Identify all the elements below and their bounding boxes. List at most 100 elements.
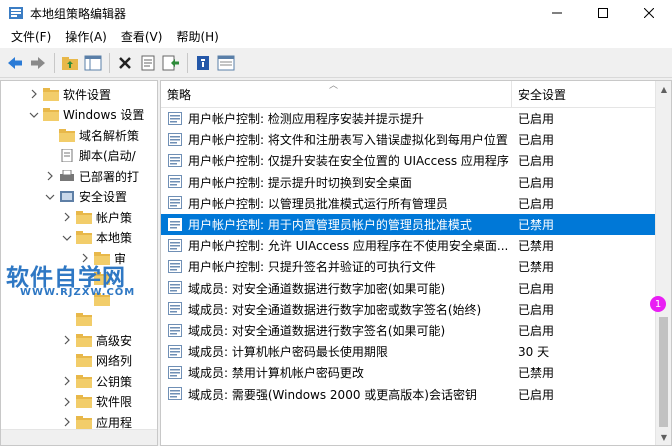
- chevron-right-icon[interactable]: [80, 253, 90, 263]
- policy-row[interactable]: 用户帐户控制: 仅提升安装在安全位置的 UIAccess 应用程序 已启用: [161, 150, 657, 171]
- chevron-right-icon[interactable]: [29, 89, 39, 99]
- chevron-right-icon[interactable]: [62, 212, 72, 222]
- maximize-button[interactable]: [580, 0, 626, 26]
- tree-item[interactable]: 高级安: [62, 330, 132, 350]
- policy-setting-icon: [168, 175, 182, 189]
- chevron-right-icon[interactable]: [62, 397, 72, 407]
- policy-setting-icon: [168, 365, 182, 379]
- policy-setting-icon: [168, 238, 182, 252]
- policy-row[interactable]: 用户帐户控制: 以管理员批准模式运行所有管理员 已启用: [161, 193, 657, 214]
- tree-item[interactable]: [80, 289, 114, 309]
- toolbar-separator: [54, 52, 55, 73]
- minimize-button[interactable]: [534, 0, 580, 26]
- policy-setting-icon: [168, 323, 182, 337]
- policy-row-selected[interactable]: 用户帐户控制: 用于内置管理员帐户的管理员批准模式 已禁用: [161, 214, 657, 235]
- folder-icon: [76, 395, 92, 408]
- toolbar-separator: [109, 52, 110, 73]
- chevron-down-icon[interactable]: [62, 233, 72, 243]
- filter-options-button[interactable]: [215, 52, 237, 74]
- policy-setting-value: 已禁用: [518, 218, 555, 232]
- tree-item[interactable]: 本地策: [62, 228, 132, 248]
- back-arrow-icon: [8, 56, 22, 69]
- chevron-right-icon[interactable]: [62, 335, 72, 345]
- policy-row[interactable]: 域成员: 对安全通道数据进行数字签名(如果可能) 已启用: [161, 320, 657, 341]
- properties-icon: [141, 55, 155, 70]
- scroll-up-arrow-icon[interactable]: ▲: [656, 81, 671, 97]
- column-policy[interactable]: 策略: [161, 81, 511, 108]
- tree-item-label: 高级安: [96, 333, 133, 348]
- properties-button[interactable]: [137, 52, 159, 74]
- policy-setting-value: 已启用: [518, 196, 555, 211]
- chevron-right-icon[interactable]: [45, 171, 55, 181]
- policy-setting-icon: [168, 387, 182, 401]
- policy-row[interactable]: 用户帐户控制: 将文件和注册表写入错误虚拟化到每用户位置 已启用: [161, 129, 657, 150]
- tree-item[interactable]: [62, 310, 96, 330]
- policy-row[interactable]: 域成员: 计算机帐户密码最长使用期限 30 天: [161, 341, 657, 362]
- tree-item[interactable]: 脚本(启动/: [45, 146, 136, 166]
- folder-icon: [59, 128, 75, 142]
- folder-icon: [76, 313, 92, 326]
- tree-item-label: 软件设置: [63, 87, 112, 102]
- policy-name: 域成员: 对安全通道数据进行数字签名(如果可能): [188, 324, 446, 338]
- policy-setting-value: 已禁用: [518, 260, 555, 275]
- policy-name: 域成员: 禁用计算机帐户密码更改: [188, 366, 364, 381]
- back-button[interactable]: [4, 52, 26, 74]
- tree-item[interactable]: 软件设置: [29, 84, 111, 104]
- forward-button[interactable]: [27, 52, 49, 74]
- show-hide-tree-button[interactable]: [82, 52, 104, 74]
- chevron-down-icon[interactable]: [45, 192, 55, 202]
- tree-item[interactable]: 审: [80, 248, 126, 268]
- tree-item[interactable]: 公钥策: [62, 371, 132, 391]
- help-button[interactable]: [192, 52, 214, 74]
- folder-icon: [43, 87, 59, 101]
- scroll-thumb[interactable]: [659, 317, 668, 427]
- folder-icon: [76, 415, 92, 429]
- up-level-button[interactable]: [59, 52, 81, 74]
- policy-vertical-scrollbar[interactable]: ▲ ▼: [655, 81, 671, 445]
- policy-row[interactable]: 用户帐户控制: 检测应用程序安装并提示提升 已启用: [161, 108, 657, 129]
- column-setting[interactable]: 安全设置: [512, 81, 657, 108]
- scroll-down-arrow-icon[interactable]: ▼: [656, 429, 671, 445]
- tree-item-label: 已部署的打: [79, 169, 140, 184]
- tree-item[interactable]: [80, 269, 114, 289]
- tree-item-label: 审: [114, 251, 127, 266]
- policy-row[interactable]: 域成员: 对安全通道数据进行数字加密或数字签名(始终) 已启用: [161, 299, 657, 320]
- menu-view[interactable]: 查看(V): [114, 26, 170, 48]
- chevron-down-icon[interactable]: [29, 110, 39, 120]
- policy-setting-icon: [168, 153, 182, 167]
- menu-file[interactable]: 文件(F): [4, 26, 58, 48]
- policy-name: 域成员: 需要强(Windows 2000 或更高版本)会话密钥: [188, 387, 477, 402]
- menu-action[interactable]: 操作(A): [58, 26, 114, 48]
- tree-horizontal-scrollbar[interactable]: [1, 429, 157, 445]
- close-button[interactable]: [626, 0, 672, 26]
- policy-row[interactable]: 域成员: 需要强(Windows 2000 或更高版本)会话密钥 已启用: [161, 384, 657, 405]
- export-list-button[interactable]: [160, 52, 182, 74]
- tree-item[interactable]: 网络列: [62, 351, 132, 371]
- policy-row[interactable]: 用户帐户控制: 提示提升时切换到安全桌面 已启用: [161, 172, 657, 193]
- tree-item[interactable]: 安全设置: [45, 187, 127, 207]
- policy-row[interactable]: 域成员: 禁用计算机帐户密码更改 已禁用: [161, 362, 657, 383]
- policy-row[interactable]: 域成员: 对安全通道数据进行数字加密(如果可能) 已启用: [161, 278, 657, 299]
- folder-icon: [43, 108, 59, 121]
- policy-setting-value: 已启用: [518, 154, 555, 169]
- delete-button[interactable]: [114, 52, 136, 74]
- chevron-right-icon[interactable]: [62, 376, 72, 386]
- tree-item[interactable]: 已部署的打: [45, 166, 139, 186]
- console-tree[interactable]: 软件设置 Windows 设置 域名解析策 脚本(启动/已部署的打安全设置 帐户策 本地策…: [0, 80, 158, 446]
- policy-row[interactable]: 用户帐户控制: 只提升签名并验证的可执行文件 已禁用: [161, 256, 657, 277]
- policy-setting-icon: [168, 302, 182, 316]
- tree-item[interactable]: 软件限: [62, 392, 132, 412]
- tree-item-label: 软件限: [96, 395, 133, 409]
- tree-item[interactable]: Windows 设置: [29, 105, 144, 125]
- export-list-icon: [162, 55, 179, 70]
- folder-icon: [76, 354, 92, 367]
- policy-setting-value: 已启用: [518, 281, 555, 296]
- policy-row[interactable]: 用户帐户控制: 允许 UIAccess 应用程序在不使用安全桌面... 已禁用: [161, 235, 657, 256]
- chevron-right-icon[interactable]: [62, 417, 72, 427]
- menu-help[interactable]: 帮助(H): [169, 26, 225, 48]
- tree-item[interactable]: 域名解析策: [45, 125, 139, 145]
- tree-item[interactable]: 帐户策: [62, 207, 132, 227]
